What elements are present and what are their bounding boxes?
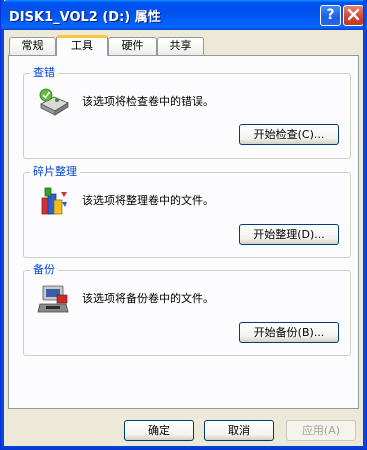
- help-button[interactable]: ?: [320, 5, 341, 26]
- button-label: 开始检查(C)...: [253, 128, 325, 141]
- tab-sharing[interactable]: 共享: [157, 37, 204, 55]
- start-check-button[interactable]: 开始检查(C)...: [239, 124, 339, 145]
- cancel-button[interactable]: 取消: [204, 420, 274, 441]
- group-title: 碎片整理: [30, 165, 80, 179]
- button-label: 取消: [228, 424, 250, 437]
- defragmentation-group: 碎片整理 该选项将整理卷中的文件。 开始整理(D)...: [23, 165, 351, 258]
- check-disk-icon: [39, 88, 69, 116]
- close-icon: [347, 8, 360, 21]
- tab-label: 硬件: [121, 39, 144, 52]
- start-defrag-button[interactable]: 开始整理(D)...: [239, 224, 339, 245]
- defrag-icon: [41, 187, 67, 215]
- tab-label: 共享: [169, 39, 192, 52]
- backup-group: 备份 该选项将备份卷中的文件。 开始备份(B)...: [23, 263, 351, 356]
- group-title: 备份: [30, 263, 58, 277]
- button-label: 开始备份(B)...: [253, 326, 325, 339]
- button-label: 应用(A): [301, 424, 341, 437]
- tab-label: 常规: [21, 39, 44, 52]
- error-checking-group: 查错 该选项将检查卷中的错误。 开始检查(C)...: [23, 66, 351, 159]
- backup-icon: [37, 285, 69, 313]
- properties-window: DISK1_VOL2 (D:) 属性 ? 常规 工具 硬件 共享 查错 该选项将…: [0, 0, 367, 450]
- group-title: 查错: [30, 66, 58, 80]
- window-title: DISK1_VOL2 (D:) 属性: [9, 10, 161, 25]
- tab-general[interactable]: 常规: [9, 37, 56, 55]
- help-icon: ?: [326, 7, 335, 23]
- group-description: 该选项将检查卷中的错误。: [82, 95, 214, 108]
- tab-tools[interactable]: 工具: [56, 35, 108, 56]
- start-backup-button[interactable]: 开始备份(B)...: [239, 322, 339, 343]
- tab-hardware[interactable]: 硬件: [108, 37, 157, 55]
- tab-label: 工具: [71, 39, 93, 52]
- tools-tab-panel: 查错 该选项将检查卷中的错误。 开始检查(C)... 碎片整理 该选项将整理卷中…: [8, 55, 359, 409]
- group-description: 该选项将整理卷中的文件。: [82, 194, 214, 207]
- window-bottom-border: [1, 446, 366, 449]
- close-button[interactable]: [343, 5, 364, 26]
- ok-button[interactable]: 确定: [124, 420, 194, 441]
- button-label: 开始整理(D)...: [253, 228, 325, 241]
- apply-button: 应用(A): [286, 420, 356, 441]
- group-description: 该选项将备份卷中的文件。: [82, 292, 214, 305]
- title-bar[interactable]: DISK1_VOL2 (D:) 属性 ?: [1, 0, 367, 30]
- button-label: 确定: [148, 424, 170, 437]
